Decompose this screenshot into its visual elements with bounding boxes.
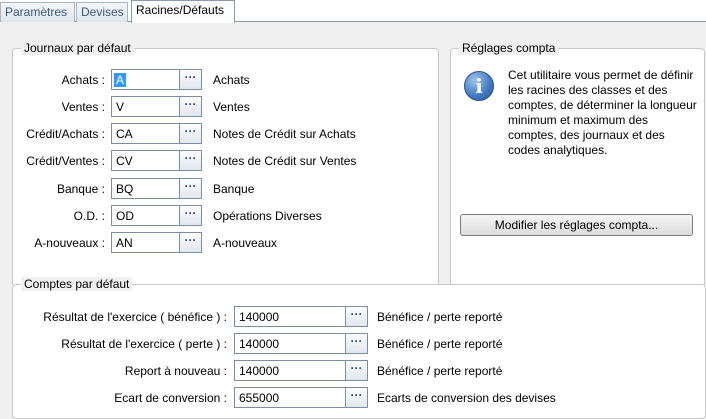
reglages-group: Réglages compta i Cet utilitaire vous pe… bbox=[450, 41, 705, 288]
compte-desc-benefice: Bénéfice / perte reporté bbox=[377, 310, 503, 324]
journal-desc-credit-achats: Notes de Crédit sur Achats bbox=[213, 127, 356, 141]
journaux-title: Journaux par défaut bbox=[21, 41, 134, 55]
compte-field-ecart[interactable]: 655000 ··· bbox=[234, 387, 368, 408]
compte-value-report: 140000 bbox=[239, 364, 280, 378]
tab-panel: Journaux par défaut Achats : A ··· Achat… bbox=[0, 22, 706, 419]
journal-value-a-nouveaux: AN bbox=[116, 236, 133, 250]
journal-desc-od: Opérations Diverses bbox=[213, 209, 322, 223]
compte-field-benefice[interactable]: 140000 ··· bbox=[234, 306, 368, 327]
journal-field-credit-achats[interactable]: CA ··· bbox=[111, 123, 202, 144]
journal-desc-banque: Banque bbox=[213, 182, 255, 196]
journal-value-od: OD bbox=[116, 209, 134, 223]
comptes-title: Comptes par défaut bbox=[21, 277, 133, 291]
tab-parametres[interactable]: Paramètres bbox=[0, 2, 75, 22]
compte-browse-button-ecart[interactable]: ··· bbox=[345, 387, 368, 408]
tab-strip: Paramètres Devises Racines/Défauts bbox=[0, 0, 706, 23]
reglages-description: Cet utilitaire vous permet de définir le… bbox=[508, 68, 697, 157]
tab-devises[interactable]: Devises bbox=[76, 2, 128, 22]
journal-label-banque: Banque : bbox=[56, 182, 105, 196]
journal-desc-credit-ventes: Notes de Crédit sur Ventes bbox=[213, 154, 357, 168]
journal-value-banque: BQ bbox=[116, 182, 134, 196]
journal-field-od[interactable]: OD ··· bbox=[111, 205, 202, 226]
compte-value-perte: 140000 bbox=[239, 337, 280, 351]
journal-field-credit-ventes[interactable]: CV ··· bbox=[111, 150, 202, 171]
compte-browse-button-benefice[interactable]: ··· bbox=[345, 306, 368, 327]
journal-desc-ventes: Ventes bbox=[213, 100, 250, 114]
journal-browse-button-credit-ventes[interactable]: ··· bbox=[179, 150, 202, 171]
journal-browse-button-od[interactable]: ··· bbox=[179, 205, 202, 226]
journal-field-banque[interactable]: BQ ··· bbox=[111, 178, 202, 199]
journal-value-ventes: V bbox=[116, 100, 125, 114]
compte-label-perte: Résultat de l'exercice ( perte ) : bbox=[61, 337, 227, 351]
journal-field-ventes[interactable]: V ··· bbox=[111, 96, 202, 117]
journal-value-achats: A bbox=[114, 73, 127, 87]
journal-field-achats[interactable]: A ··· bbox=[111, 69, 202, 90]
journal-desc-achats: Achats bbox=[213, 73, 250, 87]
compte-label-benefice: Résultat de l'exercice ( bénéfice ) : bbox=[43, 310, 227, 324]
compte-label-ecart: Ecart de conversion : bbox=[114, 391, 227, 405]
journal-label-achats: Achats : bbox=[61, 73, 105, 87]
journal-field-a-nouveaux[interactable]: AN ··· bbox=[111, 232, 202, 253]
journal-desc-a-nouveaux: A-nouveaux bbox=[213, 236, 278, 250]
journal-browse-button-a-nouveaux[interactable]: ··· bbox=[179, 232, 202, 253]
journal-browse-button-credit-achats[interactable]: ··· bbox=[179, 123, 202, 144]
journal-browse-button-ventes[interactable]: ··· bbox=[179, 96, 202, 117]
reglages-title: Réglages compta bbox=[459, 41, 559, 55]
journal-label-od: O.D. : bbox=[73, 209, 105, 223]
info-icon: i bbox=[464, 71, 494, 101]
modifier-reglages-button[interactable]: Modifier les réglages compta... bbox=[460, 214, 693, 236]
journal-label-credit-ventes: Crédit/Ventes : bbox=[26, 154, 105, 168]
compte-value-benefice: 140000 bbox=[239, 310, 280, 324]
compte-desc-ecart: Ecarts de conversion des devises bbox=[377, 391, 556, 405]
journal-label-credit-achats: Crédit/Achats : bbox=[26, 127, 105, 141]
journal-value-credit-achats: CA bbox=[116, 127, 133, 141]
journal-browse-button-banque[interactable]: ··· bbox=[179, 178, 202, 199]
journal-browse-button-achats[interactable]: ··· bbox=[179, 69, 202, 90]
compte-desc-report: Bénéfice / perte reporté bbox=[377, 364, 503, 378]
compte-value-ecart: 655000 bbox=[239, 391, 280, 405]
compte-browse-button-perte[interactable]: ··· bbox=[345, 333, 368, 354]
compte-field-report[interactable]: 140000 ··· bbox=[234, 360, 368, 381]
compte-browse-button-report[interactable]: ··· bbox=[345, 360, 368, 381]
journal-value-credit-ventes: CV bbox=[116, 154, 133, 168]
journal-label-ventes: Ventes : bbox=[61, 100, 105, 114]
compte-label-report: Report à nouveau : bbox=[124, 364, 227, 378]
compte-field-perte[interactable]: 140000 ··· bbox=[234, 333, 368, 354]
tab-racines-defauts[interactable]: Racines/Défauts bbox=[131, 0, 235, 23]
journaux-group: Journaux par défaut Achats : A ··· Achat… bbox=[12, 41, 439, 288]
journal-label-a-nouveaux: A-nouveaux : bbox=[34, 236, 105, 250]
compte-desc-perte: Bénéfice / perte reporté bbox=[377, 337, 503, 351]
comptes-group: Comptes par défaut Résultat de l'exercic… bbox=[12, 277, 706, 419]
